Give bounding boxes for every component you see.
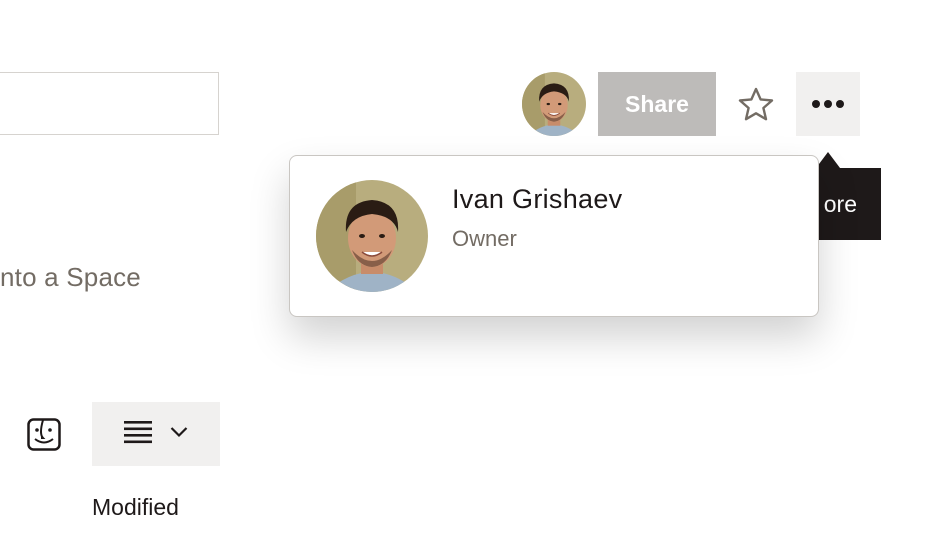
star-button[interactable] <box>736 84 776 124</box>
tooltip-arrow <box>816 152 840 168</box>
finder-icon[interactable] <box>27 418 61 451</box>
member-avatar-button[interactable] <box>522 72 586 136</box>
chevron-down-icon <box>170 425 188 443</box>
member-name: Ivan Grishaev <box>452 184 623 214</box>
member-role: Owner <box>452 226 517 251</box>
search-input[interactable] <box>0 72 219 135</box>
member-popover: Ivan Grishaev Owner <box>289 155 819 317</box>
avatar <box>522 72 586 136</box>
star-icon <box>738 87 774 121</box>
more-icon <box>812 100 844 108</box>
owner-avatar <box>316 180 428 292</box>
avatar <box>316 180 428 292</box>
tooltip-text: ore <box>823 190 857 217</box>
space-hint-text: nto a Space <box>0 262 141 292</box>
view-options-button[interactable] <box>92 402 220 466</box>
column-header-modified[interactable]: Modified <box>92 494 179 521</box>
more-button[interactable] <box>796 72 860 136</box>
list-view-icon <box>124 420 152 449</box>
share-button[interactable]: Share <box>598 72 716 136</box>
